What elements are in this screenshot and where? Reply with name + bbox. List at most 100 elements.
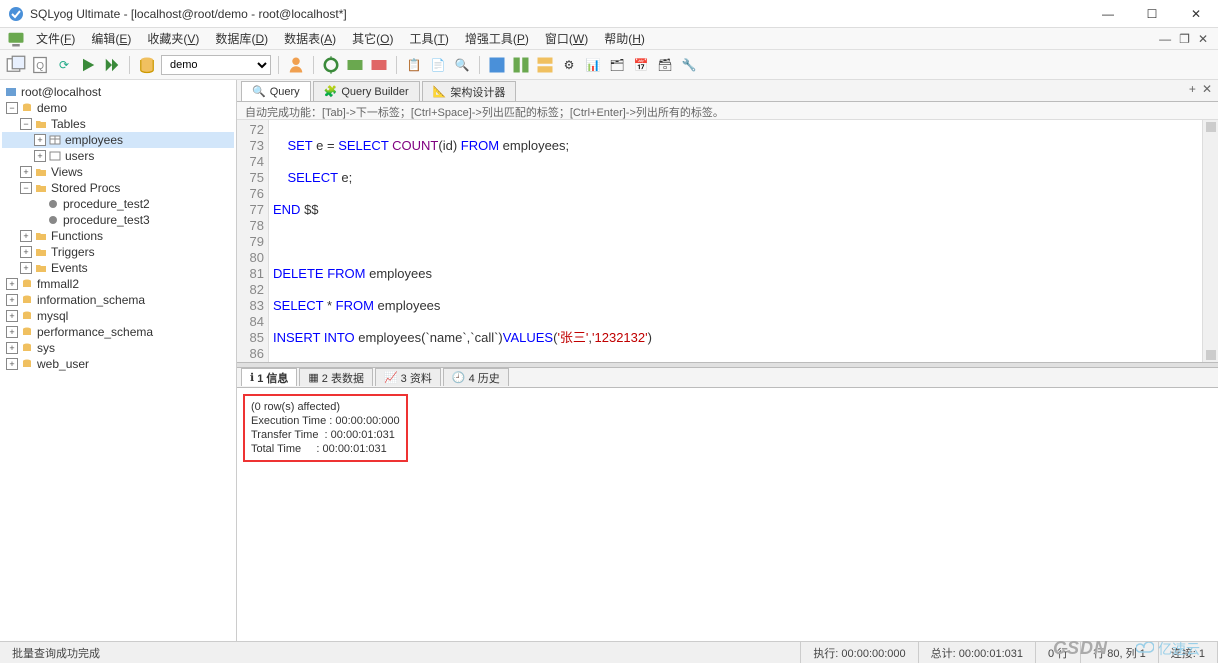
menu-favorites[interactable]: 收藏夹(V) <box>141 28 205 49</box>
tree-views[interactable]: + Views <box>2 164 234 180</box>
tree-db-sys[interactable]: + sys <box>2 340 234 356</box>
tool-icon-4[interactable]: 📋 <box>404 55 424 75</box>
expand-icon[interactable]: + <box>20 262 32 274</box>
result-line: Transfer Time : 00:00:01:031 <box>251 428 400 442</box>
menu-help[interactable]: 帮助(H) <box>598 28 651 49</box>
tool-icon-3[interactable] <box>369 55 389 75</box>
execute-icon[interactable] <box>78 55 98 75</box>
expand-icon[interactable]: + <box>6 278 18 290</box>
tool-icon-8[interactable] <box>511 55 531 75</box>
tree-db-information-schema[interactable]: + information_schema <box>2 292 234 308</box>
close-button[interactable]: ✕ <box>1182 5 1210 23</box>
tree-label: Tables <box>51 117 86 131</box>
refresh-icon[interactable]: ⟳ <box>54 55 74 75</box>
database-icon[interactable] <box>137 55 157 75</box>
tree-events[interactable]: + Events <box>2 260 234 276</box>
new-query-icon[interactable]: Q <box>30 55 50 75</box>
tool-icon-2[interactable] <box>345 55 365 75</box>
tab-add-icon[interactable]: + <box>1189 82 1196 96</box>
tool-icon-5[interactable]: 📄 <box>428 55 448 75</box>
code-area[interactable]: SET e = SELECT COUNT(id) FROM employees;… <box>269 120 1202 362</box>
tool-icon-10[interactable]: ⚙ <box>559 55 579 75</box>
result-tab-history[interactable]: 🕘4 历史 <box>443 368 509 386</box>
new-connection-icon[interactable] <box>6 55 26 75</box>
database-icon <box>20 326 34 338</box>
mdi-close-icon[interactable]: ✕ <box>1198 32 1208 46</box>
table-icon <box>48 134 62 146</box>
tree-db-mysql[interactable]: + mysql <box>2 308 234 324</box>
minimize-button[interactable]: — <box>1094 5 1122 23</box>
tree-db-demo[interactable]: − demo <box>2 100 234 116</box>
tree-triggers[interactable]: + Triggers <box>2 244 234 260</box>
tree-tables[interactable]: − Tables <box>2 116 234 132</box>
object-browser[interactable]: root@localhost − demo − Tables + employe… <box>0 80 237 641</box>
mdi-minimize-icon[interactable]: — <box>1159 32 1171 46</box>
tree-root[interactable]: root@localhost <box>2 84 234 100</box>
menu-tools[interactable]: 工具(T) <box>404 28 455 49</box>
tool-icon-14[interactable]: 🗃 <box>655 55 675 75</box>
tool-icon-15[interactable]: 🔧 <box>679 55 699 75</box>
mdi-restore-icon[interactable]: ❐ <box>1179 32 1190 46</box>
tree-label: root@localhost <box>21 85 101 99</box>
collapse-icon[interactable]: − <box>20 182 32 194</box>
expand-icon[interactable]: + <box>6 310 18 322</box>
editor-tabrow: 🔍Query 🧩Query Builder 📐架构设计器 + ✕ <box>237 80 1218 102</box>
menu-edit[interactable]: 编辑(E) <box>85 28 137 49</box>
tree-stored-procs[interactable]: − Stored Procs <box>2 180 234 196</box>
tab-query-builder[interactable]: 🧩Query Builder <box>313 81 420 101</box>
tree-proc-test2[interactable]: procedure_test2 <box>2 196 234 212</box>
expand-icon[interactable]: + <box>6 326 18 338</box>
result-tab-profile[interactable]: 📈3 资料 <box>375 368 441 386</box>
tool-icon-1[interactable] <box>321 55 341 75</box>
expand-icon[interactable]: + <box>6 342 18 354</box>
tool-icon-6[interactable]: 🔍 <box>452 55 472 75</box>
tree-label: demo <box>37 101 67 115</box>
collapse-icon[interactable]: − <box>20 118 32 130</box>
tool-icon-13[interactable]: 📅 <box>631 55 651 75</box>
tree-table-employees[interactable]: + employees <box>2 132 234 148</box>
tab-schema-designer[interactable]: 📐架构设计器 <box>422 81 517 101</box>
expand-icon[interactable]: + <box>6 358 18 370</box>
maximize-button[interactable]: ☐ <box>1138 5 1166 23</box>
tree-db-performance-schema[interactable]: + performance_schema <box>2 324 234 340</box>
tree-table-users[interactable]: + users <box>2 148 234 164</box>
expand-icon[interactable]: + <box>34 134 46 146</box>
menu-file[interactable]: 文件(F) <box>30 28 81 49</box>
user-icon[interactable] <box>286 55 306 75</box>
tool-icon-9[interactable] <box>535 55 555 75</box>
tree-db-fmmall2[interactable]: + fmmall2 <box>2 276 234 292</box>
collapse-icon[interactable]: − <box>6 102 18 114</box>
connection-icon[interactable] <box>6 29 26 49</box>
expand-icon[interactable]: + <box>6 294 18 306</box>
tab-close-icon[interactable]: ✕ <box>1202 82 1212 96</box>
result-info-pane: (0 row(s) affected) Execution Time : 00:… <box>237 388 1218 642</box>
expand-icon[interactable]: + <box>34 150 46 162</box>
menu-database[interactable]: 数据库(D) <box>209 28 274 49</box>
menu-window[interactable]: 窗口(W) <box>539 28 594 49</box>
table-icon <box>48 150 62 162</box>
menu-table[interactable]: 数据表(A) <box>278 28 342 49</box>
expand-icon[interactable]: + <box>20 230 32 242</box>
tree-proc-test3[interactable]: procedure_test3 <box>2 212 234 228</box>
tree-label: Functions <box>51 229 103 243</box>
tree-label: Triggers <box>51 245 95 259</box>
result-tab-tabledata[interactable]: ▦2 表数据 <box>299 368 373 386</box>
tree-db-web-user[interactable]: + web_user <box>2 356 234 372</box>
tab-query[interactable]: 🔍Query <box>241 81 311 101</box>
expand-icon[interactable]: + <box>20 246 32 258</box>
tool-icon-12[interactable]: 🗂 <box>607 55 627 75</box>
tree-functions[interactable]: + Functions <box>2 228 234 244</box>
window-title: SQLyog Ultimate - [localhost@root/demo -… <box>30 7 1094 21</box>
expand-icon[interactable]: + <box>20 166 32 178</box>
menu-powertools[interactable]: 增强工具(P) <box>459 28 535 49</box>
result-tab-info[interactable]: ℹ1 信息 <box>241 368 297 386</box>
tab-extra-controls: + ✕ <box>1189 82 1212 96</box>
database-selector[interactable]: demo <box>161 55 271 75</box>
tool-icon-11[interactable]: 📊 <box>583 55 603 75</box>
sql-editor[interactable]: 72737475767778798081828384858687 SET e =… <box>237 120 1218 362</box>
menu-others[interactable]: 其它(O) <box>346 28 399 49</box>
execute-all-icon[interactable] <box>102 55 122 75</box>
tree-label: procedure_test2 <box>63 197 150 211</box>
vertical-scrollbar[interactable] <box>1202 120 1218 362</box>
tool-icon-7[interactable] <box>487 55 507 75</box>
